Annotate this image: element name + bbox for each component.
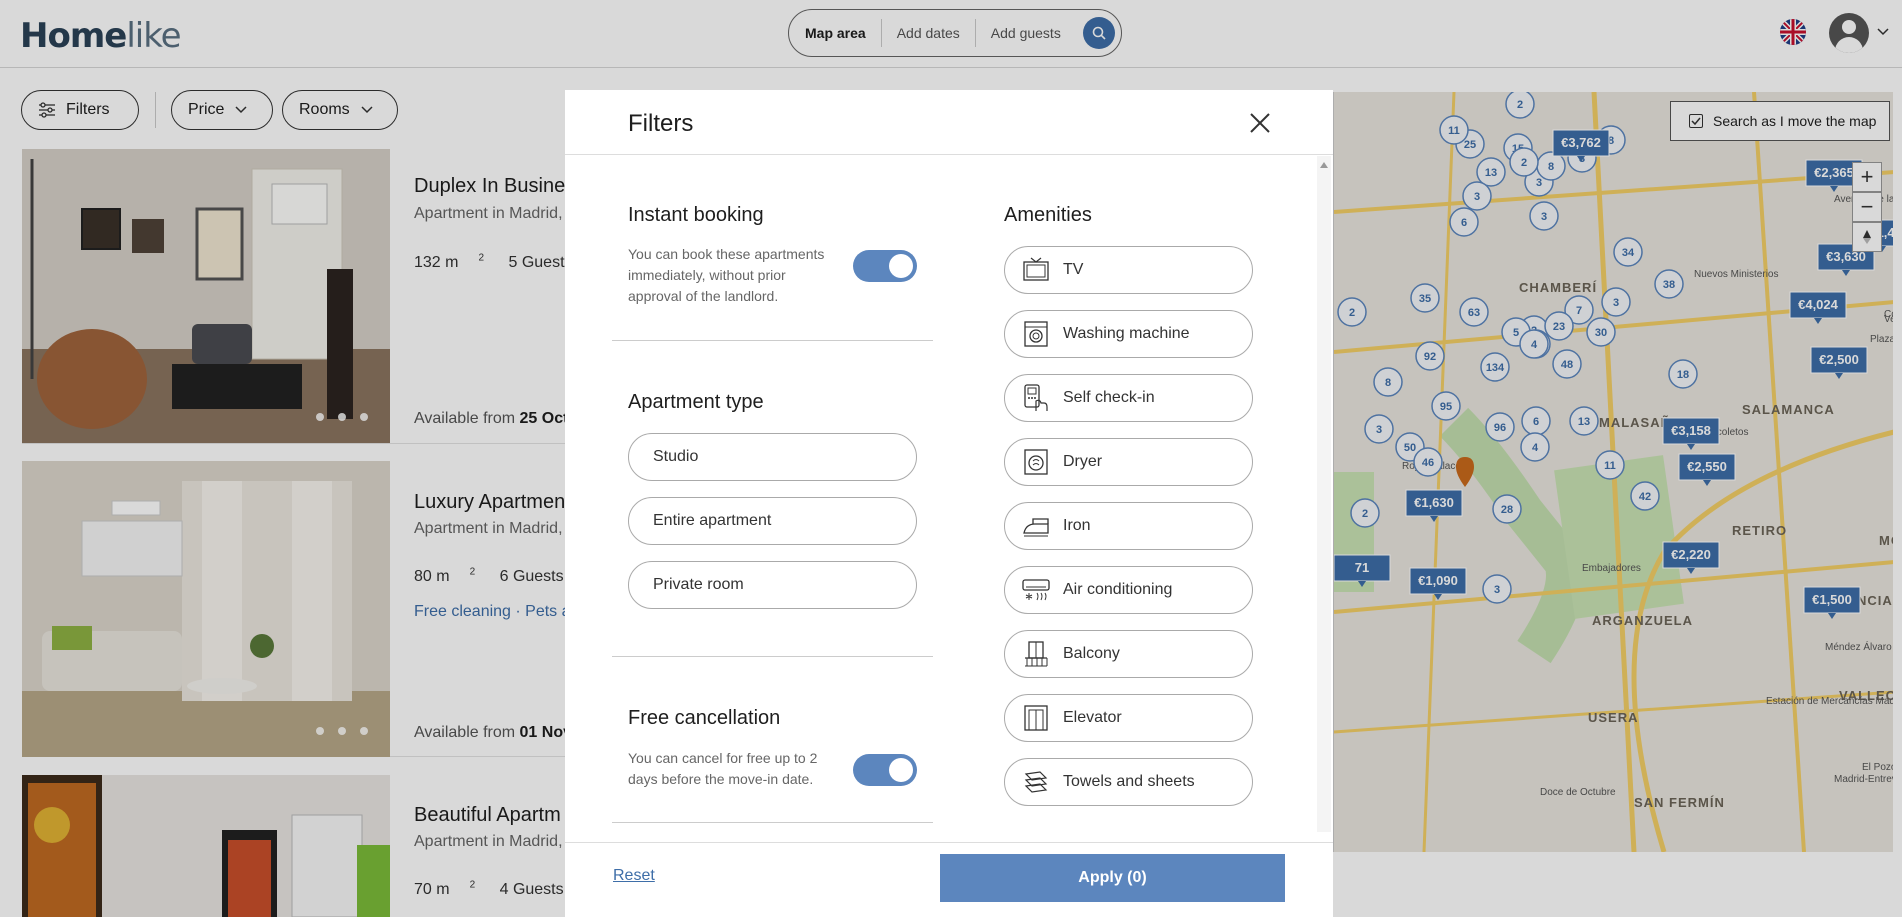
amenity-label: Balcony <box>1063 645 1120 662</box>
amenity-washing-machine-option[interactable]: Washing machine <box>1004 310 1253 358</box>
instant-booking-title: Instant booking <box>628 204 764 226</box>
amenity-elevator-option[interactable]: Elevator <box>1004 694 1253 742</box>
section-divider <box>612 656 933 657</box>
modal-body[interactable]: Instant booking You can book these apart… <box>565 156 1317 832</box>
elevator-icon <box>1021 703 1051 733</box>
amenity-dryer-option[interactable]: Dryer <box>1004 438 1253 486</box>
amenity-label: TV <box>1063 261 1084 278</box>
modal-header: Filters <box>565 90 1333 155</box>
type-private-room-option[interactable]: Private room <box>628 561 917 609</box>
type-studio-option[interactable]: Studio <box>628 433 917 481</box>
amenity-label: Elevator <box>1063 709 1122 726</box>
iron-icon <box>1021 511 1051 541</box>
section-divider <box>612 340 933 341</box>
amenity-label: Air conditioning <box>1063 581 1173 598</box>
self-check-in-icon <box>1021 383 1051 413</box>
amenity-towels-and-sheets-option[interactable]: Towels and sheets <box>1004 758 1253 806</box>
apply-button[interactable]: Apply (0) <box>940 854 1285 902</box>
washing-machine-icon <box>1021 319 1051 349</box>
free-cancellation-title: Free cancellation <box>628 707 781 729</box>
tv-icon <box>1021 255 1051 285</box>
filters-modal: Filters Instant booking You can book the… <box>565 90 1333 917</box>
apartment-type-title: Apartment type <box>628 391 764 413</box>
amenity-label: Washing machine <box>1063 325 1190 342</box>
amenity-self-check-in-option[interactable]: Self check-in <box>1004 374 1253 422</box>
section-divider <box>612 822 933 823</box>
modal-scrollbar[interactable] <box>1317 156 1331 832</box>
amenity-tv-option[interactable]: TV <box>1004 246 1253 294</box>
amenity-label: Towels and sheets <box>1063 773 1195 790</box>
amenity-label: Self check-in <box>1063 389 1155 406</box>
amenity-air-conditioning-option[interactable]: Air conditioning <box>1004 566 1253 614</box>
air-conditioning-icon <box>1021 575 1051 605</box>
reset-link[interactable]: Reset <box>613 867 655 885</box>
modal-footer: Reset Apply (0) <box>565 842 1333 917</box>
amenities-title: Amenities <box>1004 204 1092 226</box>
page: Homelike Map area Add dates Add guests F… <box>0 0 1902 917</box>
type-entire-apartment-option[interactable]: Entire apartment <box>628 497 917 545</box>
amenity-iron-option[interactable]: Iron <box>1004 502 1253 550</box>
instant-booking-toggle[interactable] <box>853 250 917 282</box>
free-cancellation-toggle[interactable] <box>853 754 917 786</box>
close-icon[interactable] <box>1245 108 1275 138</box>
instant-booking-text: You can book these apartments immediatel… <box>628 246 825 304</box>
modal-title: Filters <box>628 110 694 137</box>
scroll-up-icon[interactable] <box>1320 162 1328 168</box>
amenity-label: Dryer <box>1063 453 1103 470</box>
balcony-icon <box>1021 639 1051 669</box>
amenity-balcony-option[interactable]: Balcony <box>1004 630 1253 678</box>
dryer-icon <box>1021 447 1051 477</box>
amenity-label: Iron <box>1063 517 1091 534</box>
free-cancellation-text: You can cancel for free up to 2 days bef… <box>628 750 818 787</box>
towels-icon <box>1021 767 1051 797</box>
